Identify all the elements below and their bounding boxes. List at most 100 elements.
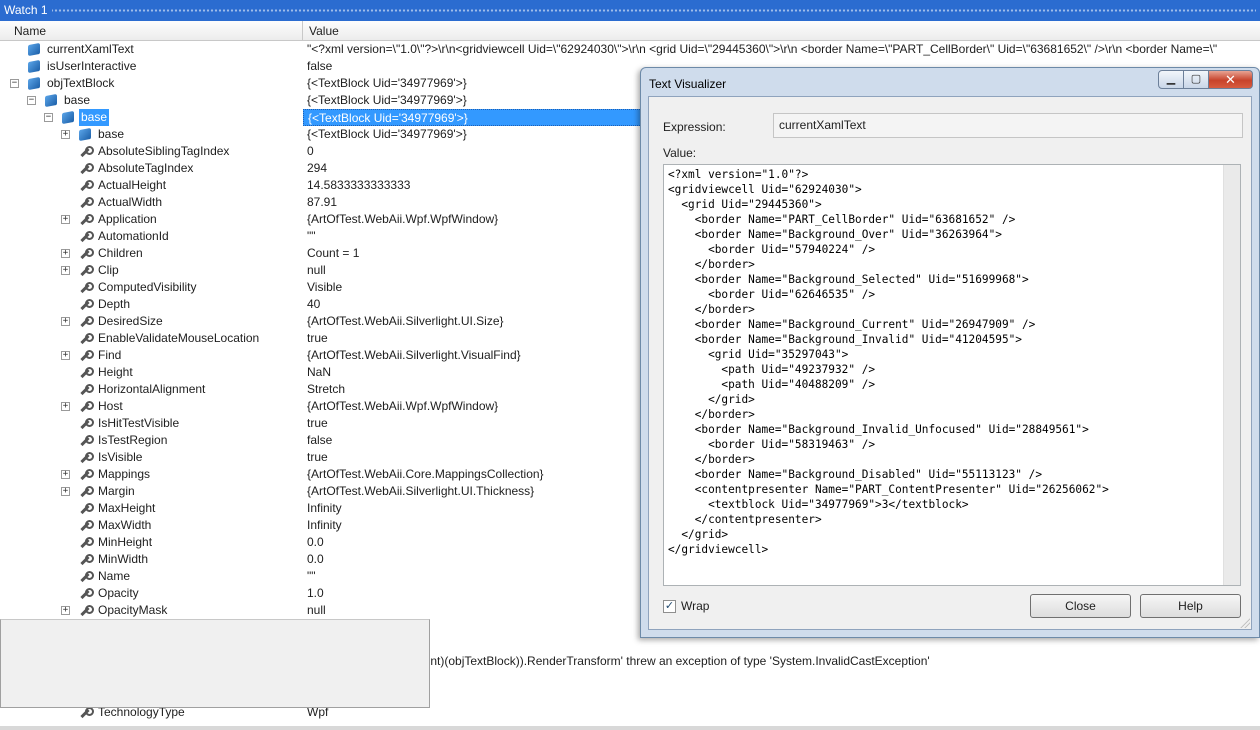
name-cell[interactable]: AbsoluteTagIndex [0,160,303,177]
property-icon [79,537,94,548]
blank-tooltip-panel [0,619,430,708]
wrap-checkbox[interactable]: ✓ [663,600,676,613]
property-icon [79,214,94,225]
property-icon [79,316,94,327]
help-button[interactable]: Help [1140,594,1241,618]
value-cell[interactable]: "<?xml version=\"1.0\"?>\r\n<gridviewcel… [303,41,1260,58]
watch-window-titlebar[interactable]: Watch 1 [0,0,1260,21]
property-icon [79,299,94,310]
expand-icon[interactable]: + [61,249,70,258]
row-name: MaxHeight [98,501,156,515]
expand-icon[interactable]: + [61,130,70,139]
name-cell[interactable]: + Children [0,245,303,262]
property-icon [79,588,94,599]
watch-row[interactable]: currentXamlText "<?xml version=\"1.0\"?>\… [0,41,1260,58]
object-icon [79,127,91,142]
expand-icon[interactable]: + [61,266,70,275]
row-name: ActualHeight [98,178,167,192]
name-cell[interactable]: IsTestRegion [0,432,303,449]
row-name: Application [98,212,157,226]
object-icon [45,93,57,108]
value-column-header[interactable]: Value [303,21,1260,41]
name-cell[interactable]: MinHeight [0,534,303,551]
value-text[interactable]: <?xml version="1.0"?> <gridviewcell Uid=… [668,167,1222,583]
name-cell[interactable]: + Find [0,347,303,364]
wrap-label[interactable]: Wrap [681,599,709,613]
resize-grip-icon[interactable] [1240,618,1250,628]
name-cell[interactable]: + Mappings [0,466,303,483]
name-cell[interactable]: + base [0,126,303,143]
row-name: Clip [98,263,119,277]
expression-field[interactable]: currentXamlText [773,113,1243,138]
value-label: Value: [663,146,697,160]
name-cell[interactable]: IsVisible [0,449,303,466]
name-cell[interactable]: Depth [0,296,303,313]
watch-window-title: Watch 1 [4,3,52,17]
name-cell[interactable]: − objTextBlock [0,75,303,92]
name-cell[interactable]: ActualWidth [0,194,303,211]
name-cell[interactable]: AbsoluteSiblingTagIndex [0,143,303,160]
name-cell[interactable]: IsHitTestVisible [0,415,303,432]
name-cell[interactable]: + Margin [0,483,303,500]
dialog-body: Expression: currentXamlText Value: <?xml… [648,96,1252,630]
value-cell[interactable] [303,687,1260,704]
expand-icon[interactable]: + [61,351,70,360]
name-cell[interactable]: − base [0,109,303,126]
name-cell[interactable]: + Host [0,398,303,415]
name-cell[interactable]: + Application [0,211,303,228]
name-cell[interactable]: isUserInteractive [0,58,303,75]
expand-icon[interactable]: + [61,487,70,496]
collapse-icon[interactable]: − [44,113,53,122]
name-cell[interactable]: currentXamlText [0,41,303,58]
expression-label: Expression: [663,120,726,134]
property-icon [79,554,94,565]
expand-icon[interactable]: + [61,606,70,615]
object-icon [28,42,40,57]
object-icon [28,59,40,74]
dialog-title: Text Visualizer [649,77,727,91]
expand-icon[interactable]: + [61,317,70,326]
row-name: EnableValidateMouseLocation [98,331,260,345]
name-cell[interactable]: + Clip [0,262,303,279]
property-icon [79,418,94,429]
name-cell[interactable]: EnableValidateMouseLocation [0,330,303,347]
name-cell[interactable]: Height [0,364,303,381]
name-cell[interactable]: + DesiredSize [0,313,303,330]
property-icon [79,333,94,344]
object-icon [28,76,40,91]
name-cell[interactable]: − base [0,92,303,109]
close-button[interactable]: Close [1030,594,1131,618]
maximize-button[interactable]: ▢ [1184,70,1209,89]
collapse-icon[interactable]: − [10,79,19,88]
name-cell[interactable]: Opacity [0,585,303,602]
name-cell[interactable]: ComputedVisibility [0,279,303,296]
expand-icon[interactable]: + [61,402,70,411]
name-cell[interactable]: MinWidth [0,551,303,568]
row-name: base [79,109,110,126]
close-window-button[interactable]: ✕ [1209,70,1253,89]
property-icon [79,520,94,531]
row-name: isUserInteractive [47,59,137,73]
name-column-header[interactable]: Name [8,21,303,41]
value-cell[interactable]: Wpf [303,704,1260,721]
row-name: IsVisible [98,450,143,464]
value-cell[interactable]: light.UI.Point} [303,670,1260,687]
value-textarea[interactable]: <?xml version="1.0"?> <gridviewcell Uid=… [663,164,1241,586]
expand-icon[interactable]: + [61,215,70,224]
property-icon [79,282,94,293]
value-cell[interactable]: light.UI.Size} [303,636,1260,653]
name-cell[interactable]: HorizontalAlignment [0,381,303,398]
minimize-button[interactable]: ▁ [1158,70,1184,89]
expand-icon[interactable]: + [61,470,70,479]
name-cell[interactable]: MaxHeight [0,500,303,517]
name-cell[interactable]: Name [0,568,303,585]
name-cell[interactable]: AutomationId [0,228,303,245]
value-cell[interactable]: rlight.FrameworkElement)(objTextBlock)).… [303,653,1260,670]
row-name: base [64,93,91,107]
value-scrollbar[interactable] [1223,165,1240,585]
name-cell[interactable]: MaxWidth [0,517,303,534]
collapse-icon[interactable]: − [27,96,36,105]
property-icon [79,707,94,718]
name-cell[interactable]: + OpacityMask [0,602,303,619]
name-cell[interactable]: ActualHeight [0,177,303,194]
